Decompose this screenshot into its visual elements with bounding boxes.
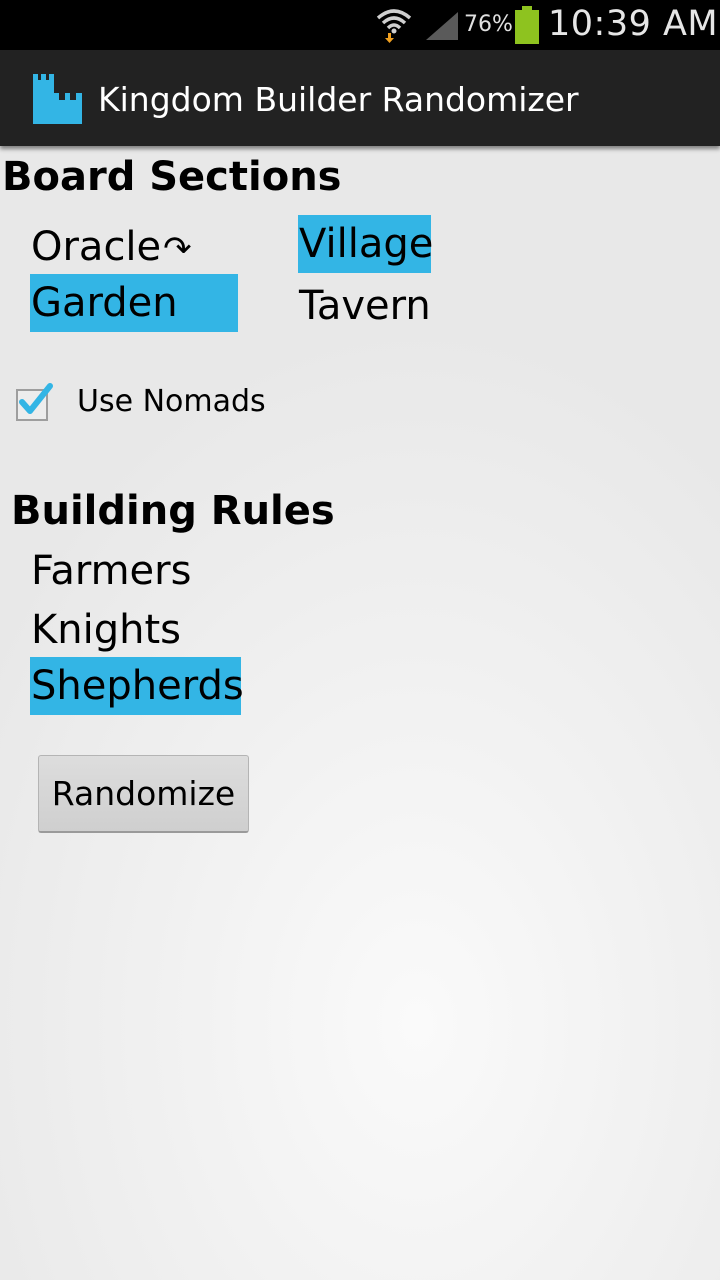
- battery-charging-icon: [515, 6, 539, 44]
- board-section-tavern[interactable]: Tavern: [298, 277, 431, 335]
- battery-percent: 76%: [464, 12, 513, 37]
- building-rules-heading: Building Rules: [11, 488, 335, 534]
- board-section-label: Tavern: [299, 283, 431, 329]
- building-rule-knights[interactable]: Knights: [30, 601, 181, 659]
- use-nomads-checkbox[interactable]: [14, 382, 56, 424]
- board-section-oracle[interactable]: Oracle↷: [30, 218, 192, 276]
- app-title: Kingdom Builder Randomizer: [98, 80, 579, 119]
- action-bar: Kingdom Builder Randomizer: [0, 50, 720, 146]
- board-section-label: Oracle: [31, 224, 162, 270]
- status-bar: 76% 10:39 AM: [0, 0, 720, 50]
- use-nomads-label: Use Nomads: [77, 384, 266, 419]
- building-rule-label: Shepherds: [31, 663, 244, 709]
- board-section-village[interactable]: Village: [298, 215, 434, 273]
- building-rule-label: Farmers: [31, 548, 192, 594]
- wifi-download-icon: [376, 9, 412, 43]
- building-rule-shepherds[interactable]: Shepherds: [30, 657, 244, 715]
- randomize-button[interactable]: Randomize: [38, 755, 249, 833]
- cell-signal-icon: [426, 12, 458, 40]
- board-section-garden[interactable]: Garden: [30, 274, 238, 332]
- castle-icon: [33, 74, 82, 124]
- board-section-label: Village: [299, 221, 434, 267]
- building-rule-farmers[interactable]: Farmers: [30, 542, 191, 600]
- flip-arrow-icon: ↷: [163, 229, 192, 269]
- clock: 10:39 AM: [548, 4, 719, 44]
- board-section-label: Garden: [31, 280, 178, 326]
- building-rule-label: Knights: [31, 607, 181, 653]
- board-sections-heading: Board Sections: [2, 154, 342, 200]
